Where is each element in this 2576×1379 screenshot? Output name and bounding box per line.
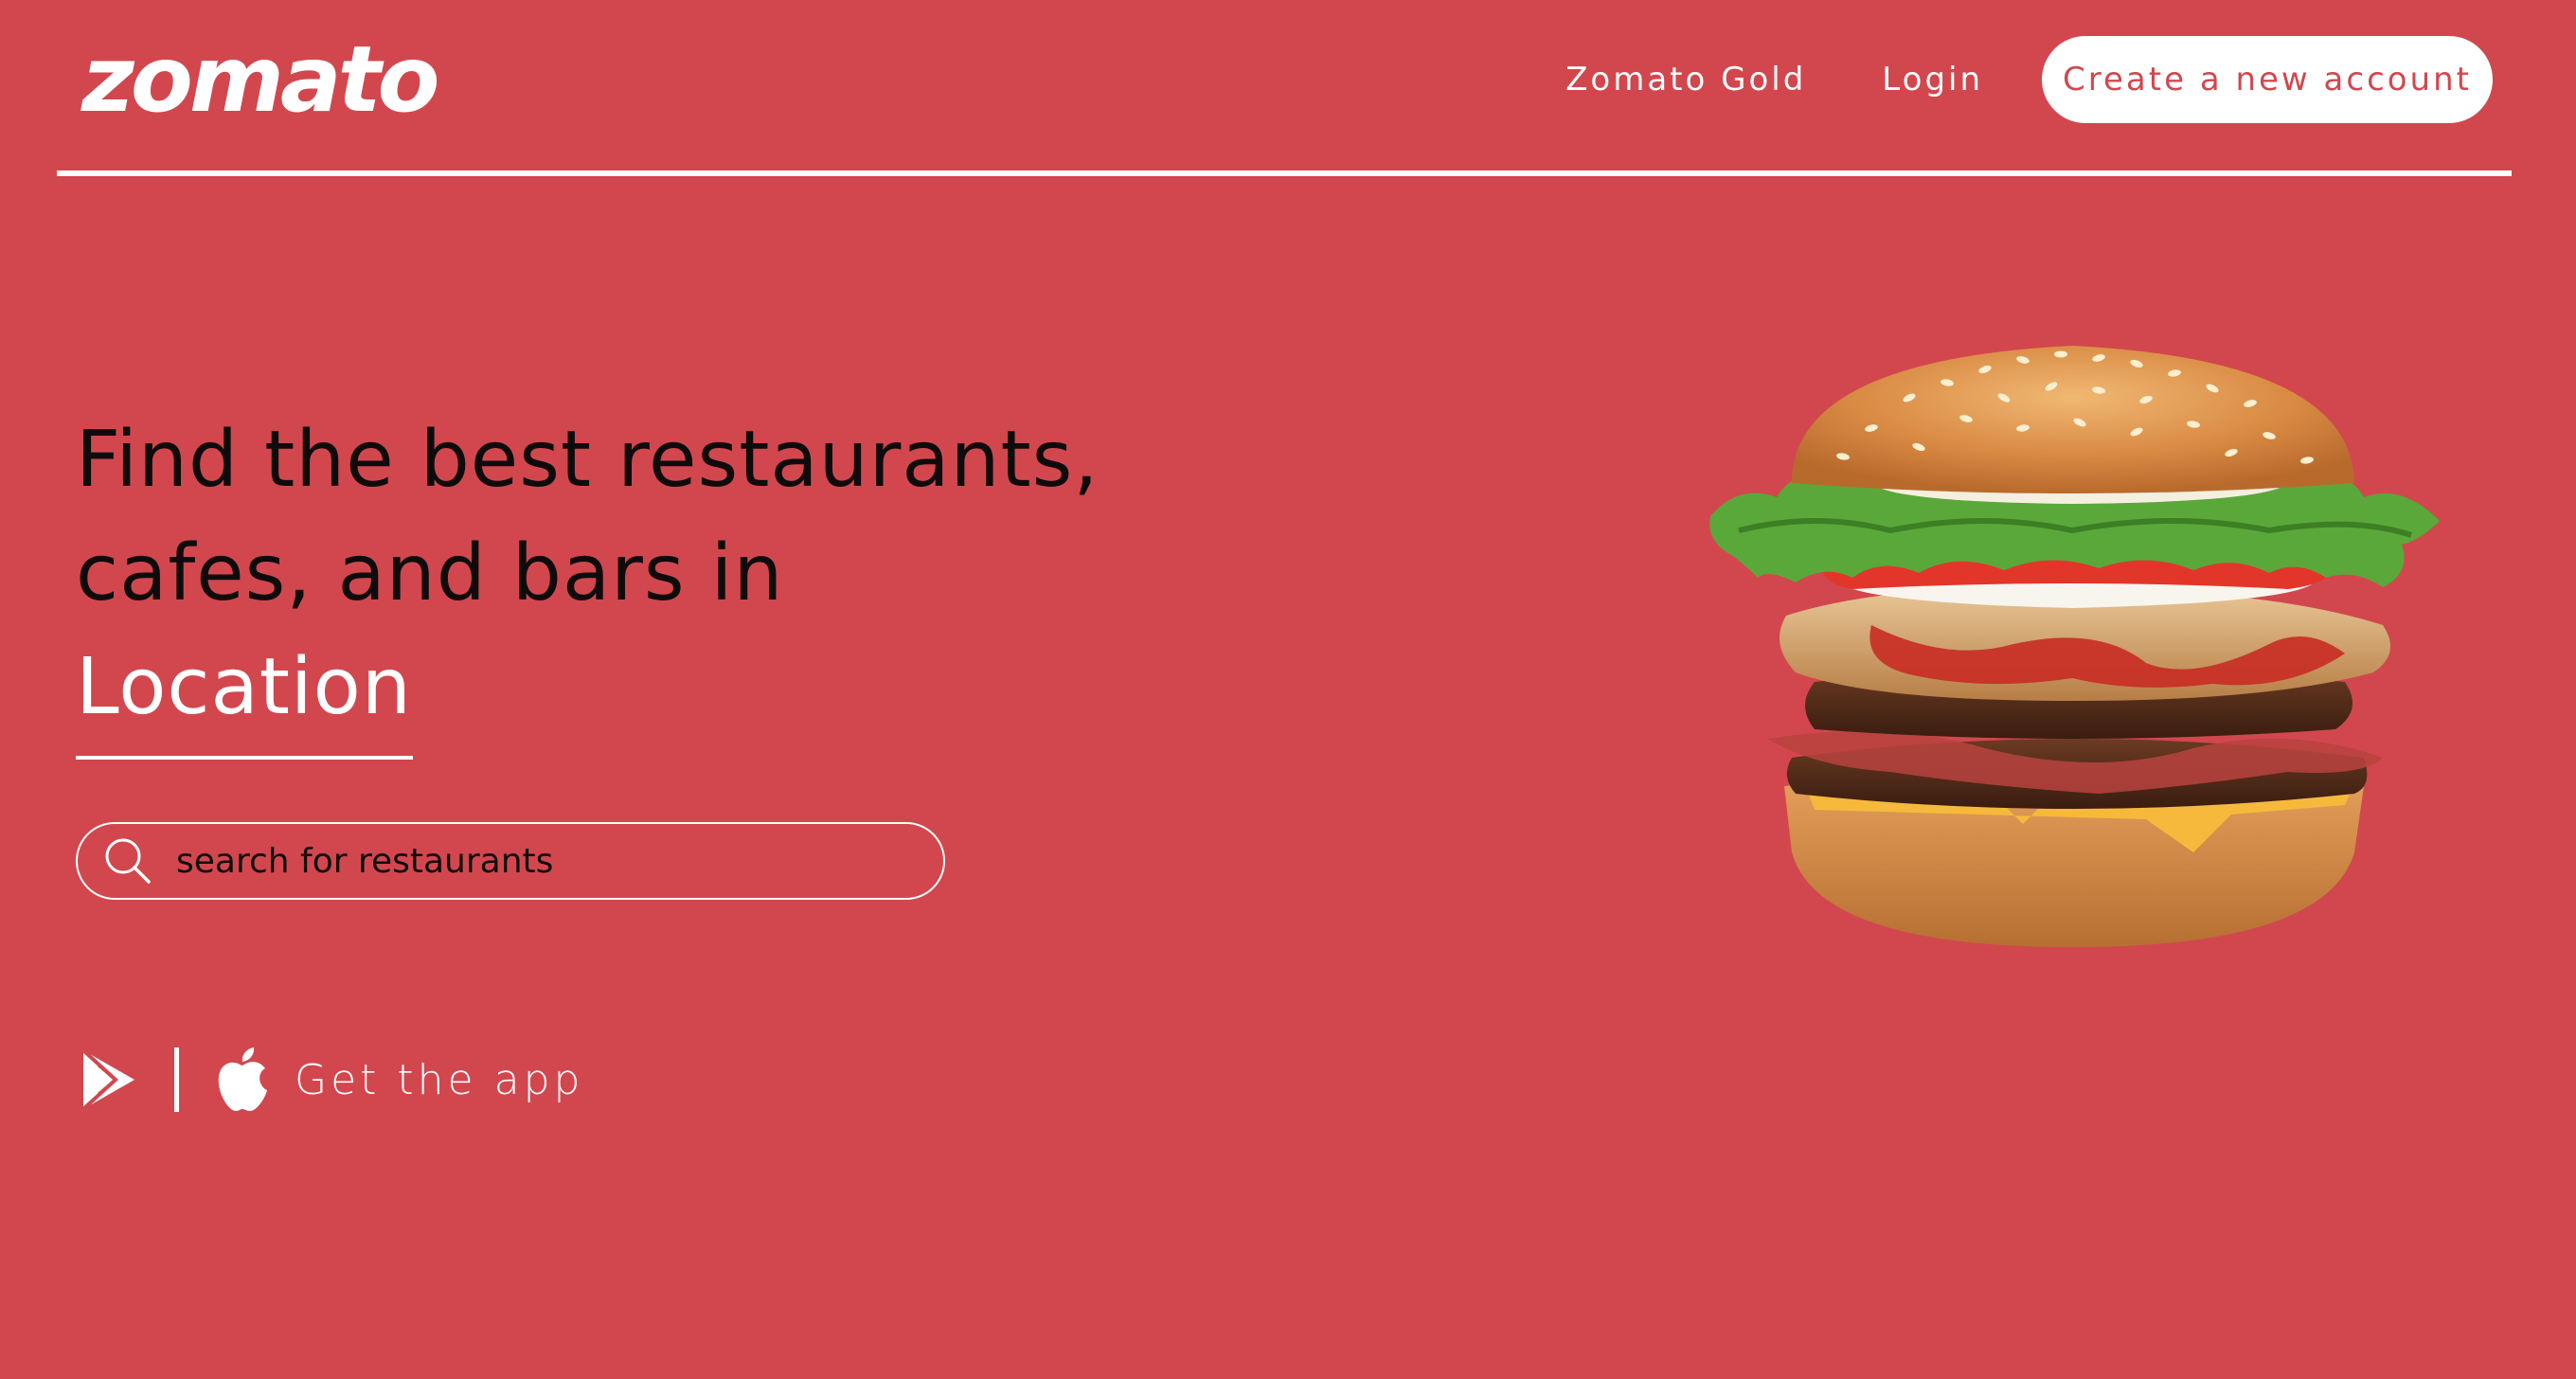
search-input[interactable] — [176, 833, 943, 889]
get-the-app-label[interactable]: Get the app — [295, 1056, 583, 1104]
app-divider — [174, 1048, 179, 1112]
google-play-icon[interactable] — [80, 1048, 138, 1112]
create-account-button[interactable]: Create a new account — [2042, 36, 2493, 123]
zomato-logo[interactable]: zomato — [81, 23, 439, 136]
zomato-gold-link[interactable]: Zomato Gold — [1565, 61, 1806, 98]
login-link[interactable]: Login — [1882, 61, 1983, 98]
burger-image — [1709, 346, 2440, 947]
landing-page: zomato Zomato Gold Login Create a new ac… — [0, 0, 2576, 1379]
hero-headline-line-1: Find the best restaurants, — [76, 415, 1100, 505]
header-divider — [57, 170, 2512, 176]
top-nav: Zomato Gold Login Create a new account — [1565, 36, 2493, 123]
hero-location[interactable]: Location — [76, 640, 412, 735]
search-bar[interactable] — [76, 822, 945, 900]
search-icon — [105, 838, 151, 884]
hero-headline-line-2: cafes, and bars in — [76, 528, 784, 618]
get-app-strip: Get the app — [80, 1042, 583, 1118]
apple-icon[interactable] — [213, 1047, 270, 1113]
location-underline — [76, 756, 413, 760]
